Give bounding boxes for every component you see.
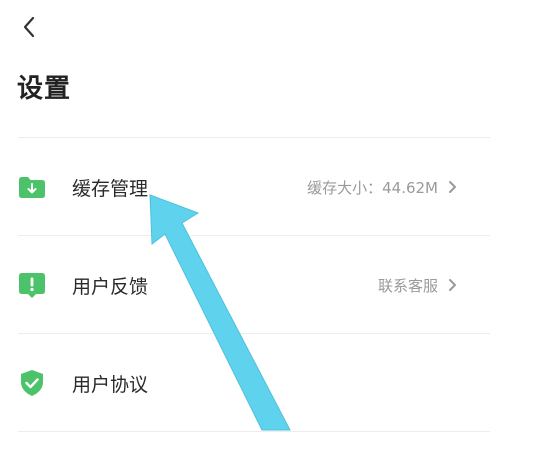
divider — [18, 431, 490, 432]
settings-item-agreement[interactable]: 用户协议 — [0, 335, 490, 431]
contact-support-value: 联系客服 — [377, 276, 438, 295]
feedback-exclamation-icon — [19, 273, 45, 298]
divider — [18, 333, 490, 334]
page-title: 设置 — [17, 74, 72, 104]
settings-item-cache[interactable]: 缓存管理 缓存大小：44.62M — [0, 139, 490, 235]
divider — [18, 235, 490, 236]
settings-item-label: 用户协议 — [72, 373, 149, 396]
settings-item-label: 缓存管理 — [72, 177, 149, 200]
back-button[interactable] — [14, 12, 44, 42]
cache-size-value: 缓存大小：44.62M — [307, 178, 438, 197]
divider — [18, 137, 490, 138]
settings-item-feedback[interactable]: 用户反馈 联系客服 — [0, 237, 490, 333]
settings-item-label: 用户反馈 — [72, 275, 149, 298]
chevron-left-icon — [23, 16, 35, 38]
chevron-right-icon — [449, 181, 456, 193]
folder-download-icon — [19, 177, 45, 198]
shield-check-icon — [21, 370, 43, 396]
chevron-right-icon — [449, 279, 456, 291]
